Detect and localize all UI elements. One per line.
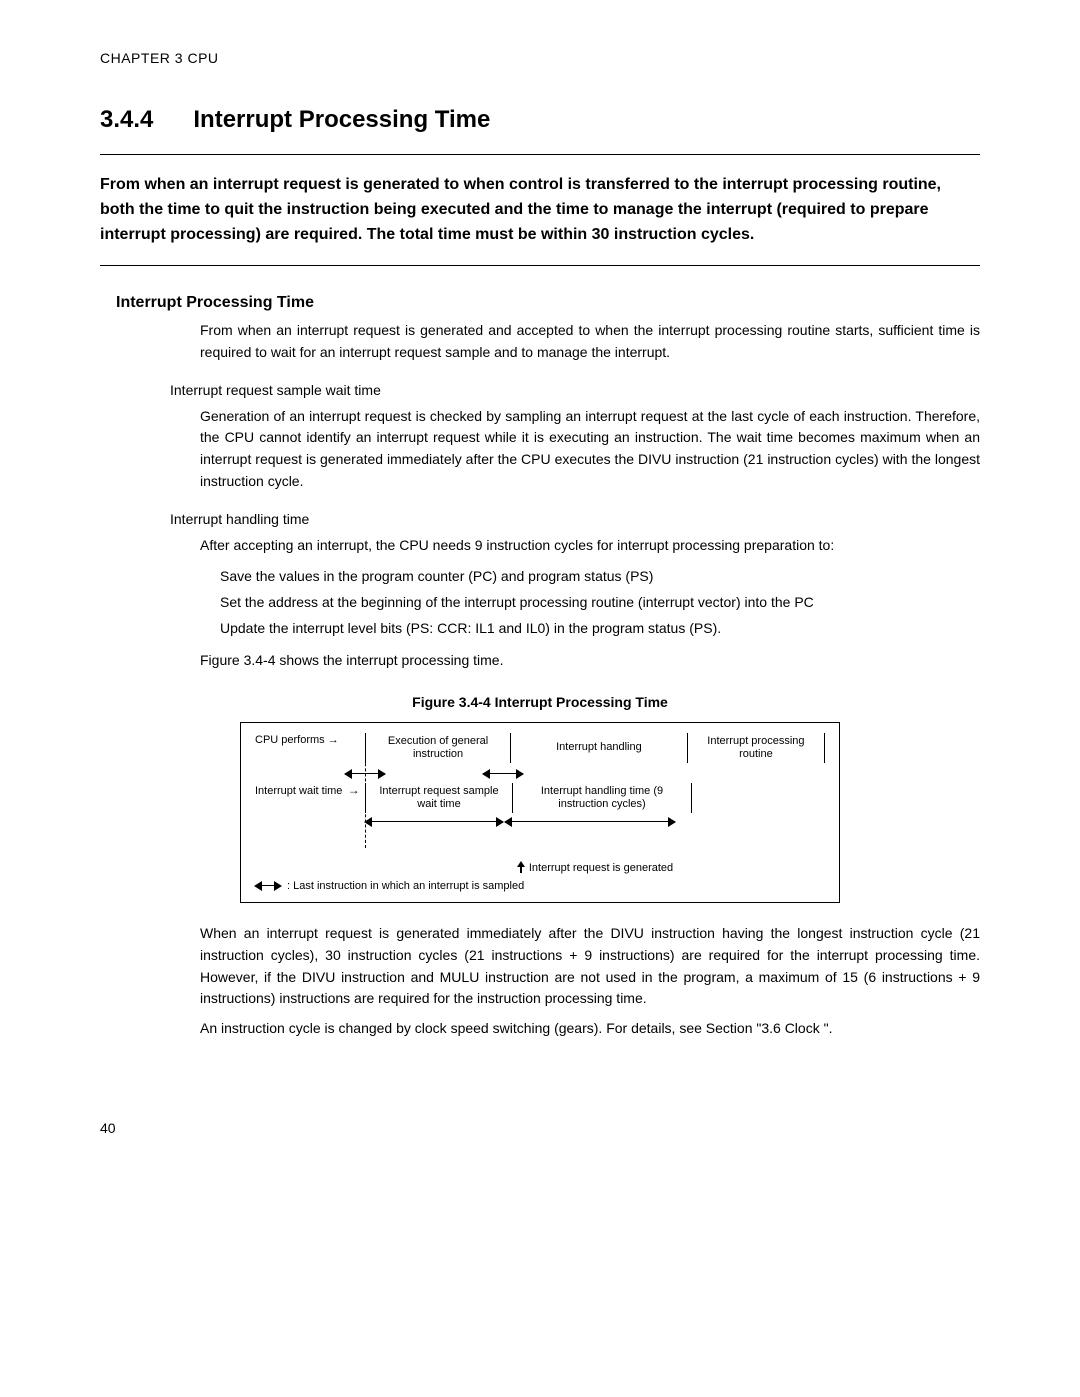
bullet-2-heading: Interrupt handling time xyxy=(170,511,980,527)
intro-summary: From when an interrupt request is genera… xyxy=(100,173,980,247)
chapter-header: CHAPTER 3 CPU xyxy=(100,50,980,66)
figure-row-cpu: CPU performs → Execution of general inst… xyxy=(255,733,825,763)
bullet-1-paragraph: Generation of an interrupt request is ch… xyxy=(200,406,980,493)
figure-seg-general-instruction: Execution of general instruction xyxy=(365,733,510,763)
figure-legend-text: : Last instruction in which an interrupt… xyxy=(287,880,524,892)
figure-seg-interrupt-routine: Interrupt processing routine xyxy=(687,733,825,763)
figure-row2-label: Interrupt wait time → xyxy=(255,783,365,799)
action-list: Save the values in the program counter (… xyxy=(220,564,980,642)
divider-top xyxy=(100,154,980,155)
sub-heading: Interrupt Processing Time xyxy=(116,294,980,312)
section-title: Interrupt Processing Time xyxy=(193,106,490,134)
bullet-1-heading: Interrupt request sample wait time xyxy=(170,382,980,398)
action-item: Set the address at the beginning of the … xyxy=(220,590,980,616)
action-item: Update the interrupt level bits (PS: CCR… xyxy=(220,616,980,642)
overview-paragraph: From when an interrupt request is genera… xyxy=(200,320,980,363)
figure-seg-interrupt-handling: Interrupt handling xyxy=(510,733,687,763)
figure-legend: : Last instruction in which an interrupt… xyxy=(255,880,825,892)
divider-bottom xyxy=(100,265,980,266)
span-arrow-sample-wait xyxy=(365,817,503,827)
sample-marker-icon xyxy=(483,769,523,779)
figure-ref-line: Figure 3.4-4 shows the interrupt process… xyxy=(200,650,980,672)
double-arrow-icon xyxy=(255,881,281,891)
section-title-row: 3.4.4 Interrupt Processing Time xyxy=(100,106,980,134)
closing-paragraph-2: An instruction cycle is changed by clock… xyxy=(200,1018,980,1040)
figure-caption: Figure 3.4-4 Interrupt Processing Time xyxy=(100,694,980,710)
span-arrow-handling-time xyxy=(505,817,675,827)
bullet-2-intro: After accepting an interrupt, the CPU ne… xyxy=(200,535,980,557)
figure-diagram: CPU performs → Execution of general inst… xyxy=(240,722,840,904)
figure-generated-label: Interrupt request is generated xyxy=(365,859,825,874)
page-number: 40 xyxy=(100,1120,980,1136)
figure-seg-sample-wait: Interrupt request sample wait time xyxy=(365,783,512,813)
right-arrow-icon: → xyxy=(344,783,359,797)
figure-seg-handling-time: Interrupt handling time (9 instruction c… xyxy=(512,783,692,813)
page-container: CHAPTER 3 CPU 3.4.4 Interrupt Processing… xyxy=(0,0,1080,1176)
figure-row-wait: Interrupt wait time → Interrupt request … xyxy=(255,783,825,829)
up-arrow-icon xyxy=(517,861,525,876)
interrupt-generated-marker xyxy=(365,753,366,848)
action-item: Save the values in the program counter (… xyxy=(220,564,980,590)
figure-row1-label: CPU performs → xyxy=(255,733,365,747)
closing-paragraph-1: When an interrupt request is generated i… xyxy=(200,923,980,1010)
section-number: 3.4.4 xyxy=(100,106,153,134)
